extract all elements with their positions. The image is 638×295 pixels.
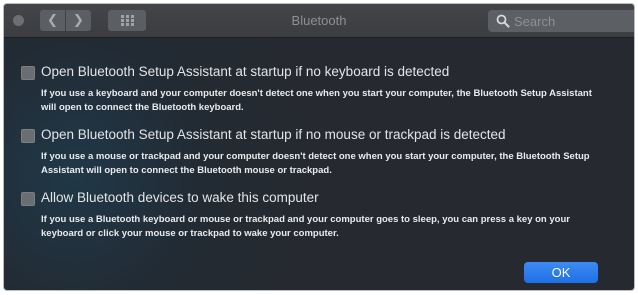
forward-button[interactable]: ❯ xyxy=(66,10,91,31)
wake-computer-label[interactable]: Allow Bluetooth devices to wake this com… xyxy=(41,190,319,205)
mouse-assistant-checkbox[interactable] xyxy=(21,129,35,143)
search-input[interactable] xyxy=(514,10,632,32)
wake-computer-checkbox[interactable] xyxy=(21,192,35,206)
keyboard-assistant-checkbox[interactable] xyxy=(21,66,35,80)
window-close-dot[interactable] xyxy=(13,15,24,26)
keyboard-assistant-description: If you use a keyboard and your computer … xyxy=(41,88,592,113)
window-title: Bluetooth xyxy=(291,13,347,28)
mouse-assistant-description: If you use a mouse or trackpad and your … xyxy=(41,151,590,176)
search-icon xyxy=(496,14,510,28)
ok-button[interactable]: OK xyxy=(524,262,598,283)
bluetooth-advanced-sheet: ❮ ❯ Bluetooth Open Bluetooth Setup Assis… xyxy=(4,4,634,290)
mouse-assistant-label[interactable]: Open Bluetooth Setup Assistant at startu… xyxy=(41,127,506,142)
back-button[interactable]: ❮ xyxy=(40,10,65,31)
keyboard-assistant-label[interactable]: Open Bluetooth Setup Assistant at startu… xyxy=(41,64,449,79)
title-bar: ❮ ❯ Bluetooth xyxy=(4,4,634,38)
wake-computer-description: If you use a Bluetooth keyboard or mouse… xyxy=(41,214,570,239)
show-all-button[interactable] xyxy=(108,10,146,31)
search-field[interactable] xyxy=(488,10,634,32)
chevron-right-icon: ❯ xyxy=(73,13,84,28)
chevron-left-icon: ❮ xyxy=(47,13,58,28)
